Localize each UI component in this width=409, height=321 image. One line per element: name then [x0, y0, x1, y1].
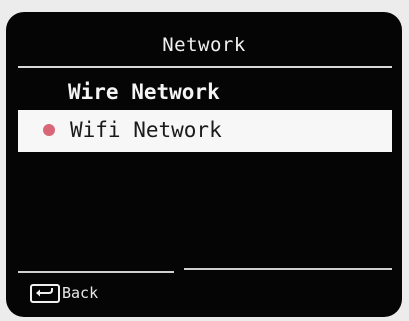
back-label: Back: [62, 284, 99, 302]
device-bezel: Network Wire Network Wifi Network Back: [0, 0, 409, 321]
page-title: Network: [162, 34, 246, 56]
menu-item-label: Wire Network: [68, 80, 220, 104]
menu-item-label: Wifi Network: [70, 118, 222, 142]
device-screen: Network Wire Network Wifi Network Back: [6, 12, 402, 317]
menu-item-wifi-network[interactable]: Wifi Network: [18, 110, 392, 152]
return-arrow-icon: [30, 283, 60, 303]
selection-dot-icon: [43, 124, 55, 136]
title-divider: [18, 66, 392, 68]
back-button[interactable]: Back: [30, 280, 98, 306]
footer-divider-left: [18, 271, 174, 273]
footer-divider-right: [184, 268, 392, 270]
menu-item-wire-network[interactable]: Wire Network: [18, 74, 392, 110]
